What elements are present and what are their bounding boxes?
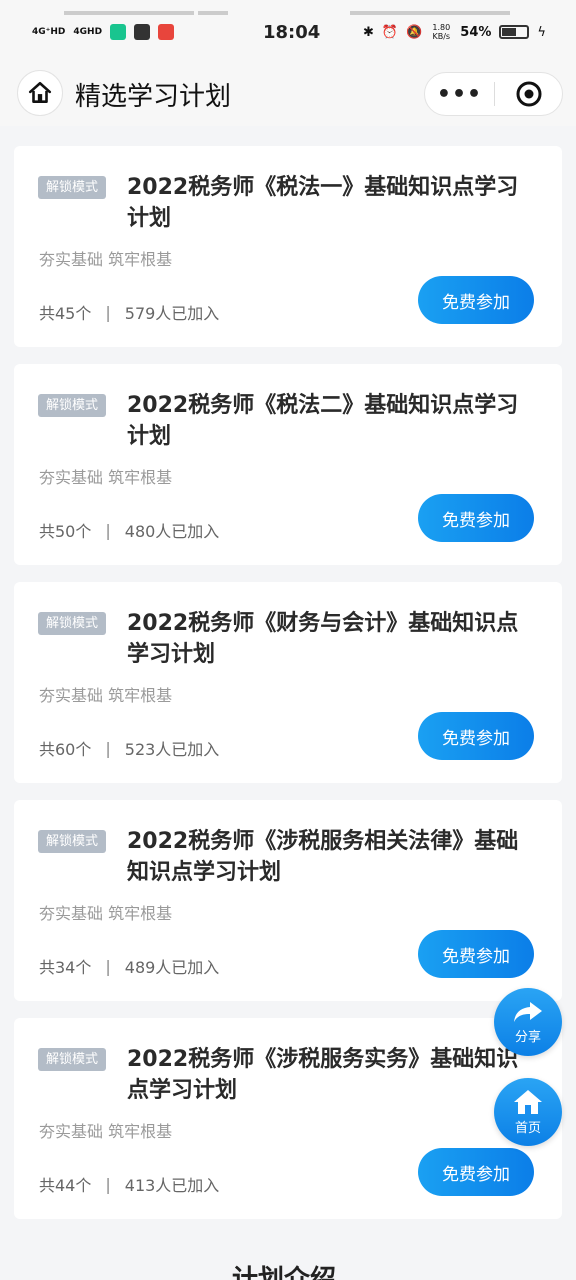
charging-icon: ϟ — [537, 24, 546, 40]
unlock-mode-badge: 解锁模式 — [38, 1048, 107, 1071]
join-free-button[interactable]: 免费参加 — [418, 712, 534, 760]
plan-count: 共50个 — [39, 522, 92, 541]
close-button[interactable] — [495, 73, 562, 115]
home-float-button[interactable]: 首页 — [494, 1078, 562, 1146]
news-app-icon — [158, 24, 175, 40]
join-free-button[interactable]: 免费参加 — [418, 276, 534, 324]
divider-line — [198, 11, 228, 15]
plan-count: 共45个 — [39, 304, 92, 323]
miniprogram-capsule: ••• — [424, 72, 563, 116]
app-notification-icon — [110, 24, 127, 40]
unlock-mode-badge: 解锁模式 — [38, 830, 107, 853]
home-button[interactable] — [17, 70, 63, 116]
mute-icon: 🔕 — [406, 24, 423, 40]
study-plan-card[interactable]: 解锁模式 2022税务师《财务与会计》基础知识点学习计划 夯实基础 筑牢根基 共60个… — [14, 582, 562, 783]
unlock-mode-badge: 解锁模式 — [38, 176, 107, 199]
meta-separator: | — [105, 520, 111, 540]
meta-separator: | — [105, 956, 111, 976]
plan-joined: 489人已加入 — [124, 958, 220, 977]
unlock-mode-badge: 解锁模式 — [38, 394, 107, 417]
home-icon — [28, 81, 52, 103]
plan-title: 2022税务师《税法一》基础知识点学习计划 — [127, 175, 519, 231]
battery-percent: 54% — [460, 24, 492, 40]
plan-meta: 共60个 | 523人已加入 — [39, 736, 219, 760]
share-label: 分享 — [514, 1029, 541, 1045]
plan-subtitle: 夯实基础 筑牢根基 — [39, 686, 173, 705]
join-free-button[interactable]: 免费参加 — [418, 494, 534, 542]
divider-line — [64, 11, 194, 15]
alarm-icon: ⏰ — [381, 24, 399, 40]
home-icon — [514, 1089, 542, 1114]
target-icon — [516, 81, 541, 107]
share-button[interactable]: 分享 — [494, 988, 562, 1056]
study-plan-card[interactable]: 解锁模式 2022税务师《税法二》基础知识点学习计划夯实基础 筑牢根基 共50个 | 4… — [14, 364, 562, 565]
home-label: 首页 — [514, 1120, 541, 1136]
plan-count: 共34个 — [39, 958, 92, 977]
more-button[interactable]: ••• — [425, 73, 494, 115]
meta-separator: | — [105, 302, 111, 322]
plan-subtitle: 夯实基础 筑牢根基 — [39, 904, 173, 923]
plan-title: 2022税务师《税法二》基础知识点学习计划 — [127, 393, 519, 449]
study-plan-card[interactable]: 解锁模式 2022税务师《涉税服务实务》基础知识点学习计划 夯实基础 筑牢根基 共44… — [14, 1018, 562, 1219]
page-title: 精选学习计划 — [75, 82, 232, 112]
plan-subtitle: 夯实基础 筑牢根基 — [39, 1122, 173, 1141]
plan-joined: 413人已加入 — [124, 1176, 220, 1195]
plan-count: 共44个 — [39, 1176, 92, 1195]
study-plan-card[interactable]: 解锁模式 2022税务师《税法一》基础知识点学习计划夯实基础 筑牢根基 共45个 | 5… — [14, 146, 562, 347]
signal-indicator-1: 4G⁺HD — [32, 27, 66, 37]
meta-separator: | — [105, 1174, 111, 1194]
plan-title: 2022税务师《财务与会计》基础知识点学习计划 — [127, 611, 519, 667]
plan-meta: 共34个 | 489人已加入 — [39, 954, 219, 978]
bluetooth-icon: ✱ — [363, 24, 374, 40]
plan-meta: 共44个 | 413人已加入 — [39, 1172, 219, 1196]
plan-title: 2022税务师《涉税服务相关法律》基础知识点学习计划 — [127, 829, 519, 885]
clock: 18:04 — [263, 22, 321, 43]
meta-separator: | — [105, 738, 111, 758]
share-icon — [514, 1001, 542, 1022]
plan-joined: 523人已加入 — [124, 740, 220, 759]
plan-subtitle: 夯实基础 筑牢根基 — [39, 468, 173, 487]
plan-title: 2022税务师《涉税服务实务》基础知识点学习计划 — [127, 1047, 519, 1103]
signal-indicator-2: 4GHD — [73, 27, 103, 37]
join-free-button[interactable]: 免费参加 — [418, 930, 534, 978]
net-speed: 1.80 KB/s — [432, 23, 451, 41]
plan-meta: 共50个 | 480人已加入 — [39, 518, 219, 542]
divider-line — [350, 11, 510, 15]
battery-icon — [499, 25, 530, 39]
telegram-icon — [134, 24, 151, 40]
plan-joined: 579人已加入 — [124, 304, 220, 323]
plan-meta: 共45个 | 579人已加入 — [39, 300, 219, 324]
join-free-button[interactable]: 免费参加 — [418, 1148, 534, 1196]
study-plan-card[interactable]: 解锁模式 2022税务师《涉税服务相关法律》基础知识点学习计划 夯实基础 筑牢根基共… — [14, 800, 562, 1001]
nav-header: 精选学习计划 ••• — [0, 64, 576, 126]
plan-subtitle: 夯实基础 筑牢根基 — [39, 250, 173, 269]
plan-count: 共60个 — [39, 740, 92, 759]
plan-joined: 480人已加入 — [124, 522, 220, 541]
unlock-mode-badge: 解锁模式 — [38, 612, 107, 635]
section-heading: 计划介绍 — [232, 1265, 337, 1280]
